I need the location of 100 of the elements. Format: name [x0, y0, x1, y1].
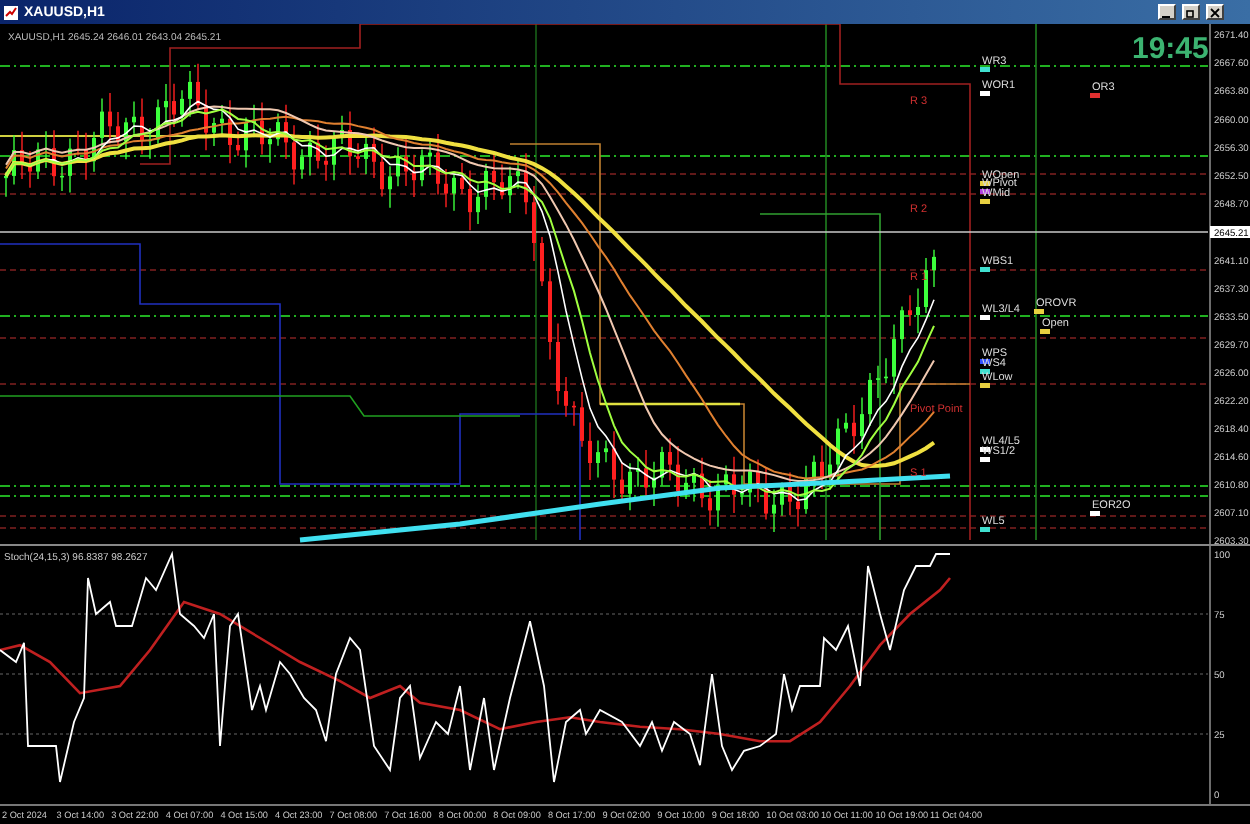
candlestick: [220, 104, 224, 136]
candlestick: [348, 110, 352, 176]
candlestick: [4, 171, 8, 198]
candlestick: [124, 117, 128, 160]
candlestick: [916, 287, 920, 335]
candlestick: [268, 127, 272, 164]
candlestick: [180, 89, 184, 128]
candlestick: [708, 479, 712, 527]
candlestick: [164, 83, 168, 126]
candlestick: [836, 417, 840, 484]
candlestick: [108, 92, 112, 145]
candlestick: [76, 129, 80, 157]
candlestick: [388, 165, 392, 209]
candlestick: [868, 372, 872, 427]
candlestick: [804, 465, 808, 515]
candlestick: [324, 144, 328, 182]
candlestick: [716, 473, 720, 528]
candlestick: [84, 132, 88, 181]
candlestick: [628, 462, 632, 511]
candlestick: [316, 123, 320, 170]
restore-icon: [1186, 7, 1196, 17]
candlestick: [244, 116, 248, 169]
candlestick: [204, 88, 208, 151]
candlestick: [116, 111, 120, 147]
candlestick: [236, 130, 240, 157]
candlestick: [428, 139, 432, 176]
candlestick: [484, 163, 488, 211]
candlestick: [692, 467, 696, 503]
candlestick: [52, 129, 56, 187]
candlestick: [444, 168, 448, 209]
candlestick: [492, 153, 496, 201]
candlestick: [460, 162, 464, 195]
candlestick: [156, 98, 160, 145]
candlestick: [420, 148, 424, 187]
clock-text: 19:45: [1132, 32, 1209, 66]
candlestick: [100, 97, 104, 153]
candlestick: [796, 482, 800, 528]
candlestick: [612, 430, 616, 499]
candlestick: [500, 163, 504, 200]
candlestick: [644, 449, 648, 498]
candlestick: [652, 461, 656, 507]
minimize-button[interactable]: [1158, 4, 1176, 20]
candlestick: [36, 141, 40, 180]
candlestick: [300, 148, 304, 180]
candlestick: [188, 70, 192, 118]
candlestick: [724, 464, 728, 493]
candlestick: [20, 131, 24, 180]
candlestick: [380, 143, 384, 198]
candlestick: [60, 165, 64, 192]
candlestick: [308, 130, 312, 177]
candlestick: [892, 323, 896, 395]
candlestick: [196, 63, 200, 111]
candlestick: [812, 454, 816, 498]
chart-icon: [4, 5, 18, 19]
candlestick: [756, 458, 760, 504]
candlestick: [788, 471, 792, 516]
candlestick: [540, 236, 544, 287]
candlestick: [572, 400, 576, 427]
candlestick: [588, 421, 592, 481]
candlestick: [740, 474, 744, 506]
candlestick: [140, 97, 144, 155]
candlestick: [372, 126, 376, 179]
candlestick: [228, 99, 232, 164]
candlestick: [92, 131, 96, 173]
candlestick: [284, 103, 288, 160]
candlestick: [636, 456, 640, 488]
restore-button[interactable]: [1182, 4, 1200, 20]
candlestick: [908, 294, 912, 327]
candlestick: [556, 322, 560, 406]
candlestick: [356, 142, 360, 169]
candlestick: [860, 396, 864, 450]
candlestick: [748, 462, 752, 508]
candlestick: [876, 365, 880, 399]
candlestick: [132, 100, 136, 135]
candlestick: [580, 391, 584, 448]
candlestick: [700, 456, 704, 508]
candlestick: [476, 183, 480, 225]
candlestick: [924, 257, 928, 314]
candlestick: [772, 488, 776, 533]
candlestick: [596, 439, 600, 479]
candlestick: [676, 445, 680, 508]
candlestick: [468, 169, 472, 231]
candlestick: [780, 481, 784, 517]
candlestick: [604, 439, 608, 463]
candlestick: [516, 160, 520, 190]
candlestick: [332, 130, 336, 182]
candlestick: [364, 136, 368, 175]
candlestick: [844, 412, 848, 434]
close-button[interactable]: [1206, 4, 1224, 20]
candlestick: [508, 166, 512, 214]
candlestick: [564, 376, 568, 418]
candlestick: [396, 146, 400, 187]
candlestick: [436, 133, 440, 196]
candlestick: [884, 357, 888, 384]
close-icon: [1210, 7, 1220, 17]
candlestick: [172, 82, 176, 128]
candlestick: [828, 445, 832, 491]
candlestick: [252, 104, 256, 138]
candlestick: [732, 456, 736, 514]
candlestick: [668, 437, 672, 482]
